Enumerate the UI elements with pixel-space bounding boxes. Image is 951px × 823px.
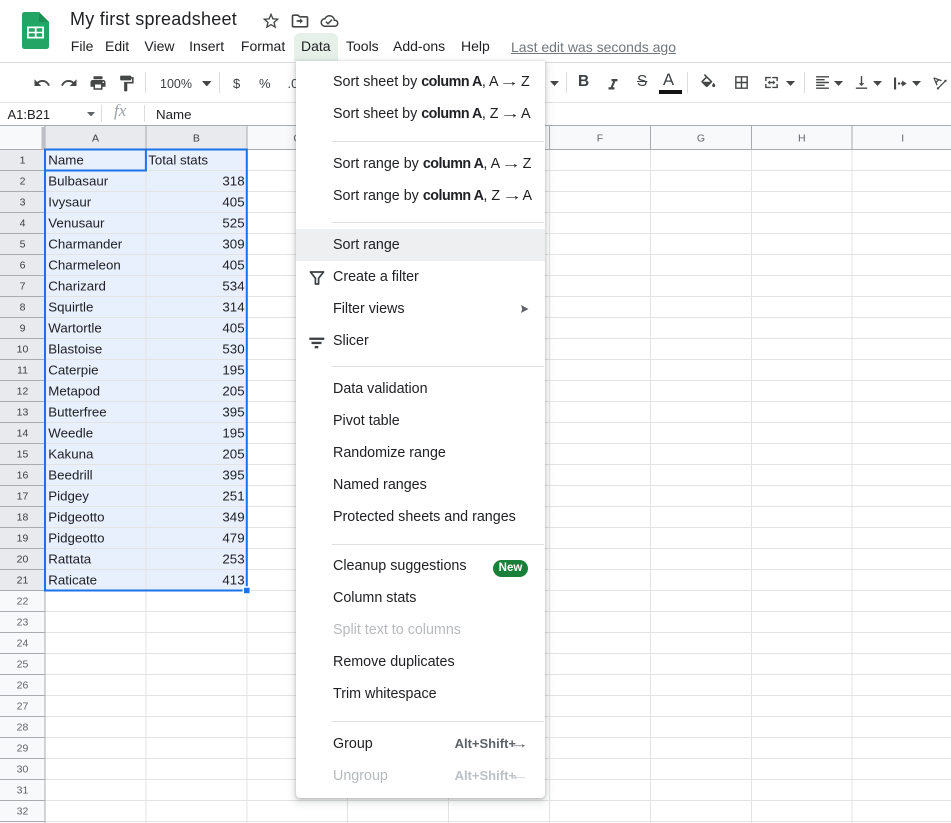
svg-text:2: 2 — [20, 176, 26, 188]
svg-text:11: 11 — [17, 365, 28, 377]
svg-text:Butterfree: Butterfree — [48, 405, 106, 420]
svg-text:21: 21 — [17, 575, 29, 587]
svg-text:16: 16 — [17, 470, 29, 482]
svg-text:G: G — [697, 133, 705, 145]
svg-text:F: F — [597, 133, 603, 145]
svg-text:31: 31 — [17, 785, 29, 797]
svg-text:5: 5 — [20, 239, 26, 251]
svg-text:405: 405 — [222, 195, 244, 210]
svg-text:Raticate: Raticate — [48, 573, 97, 588]
svg-text:19: 19 — [17, 533, 29, 545]
svg-text:B: B — [193, 133, 200, 145]
svg-text:318: 318 — [222, 174, 244, 189]
svg-text:Kakuna: Kakuna — [48, 447, 94, 462]
svg-text:Metapod: Metapod — [48, 384, 100, 399]
svg-text:314: 314 — [222, 300, 244, 315]
svg-text:Pidgeotto: Pidgeotto — [48, 531, 104, 546]
svg-text:530: 530 — [222, 342, 244, 357]
svg-text:405: 405 — [222, 258, 244, 273]
svg-text:30: 30 — [17, 764, 29, 776]
svg-text:22: 22 — [17, 596, 29, 608]
svg-text:32: 32 — [17, 806, 29, 818]
svg-text:525: 525 — [222, 216, 244, 231]
svg-text:9: 9 — [20, 323, 26, 335]
svg-text:405: 405 — [222, 321, 244, 336]
svg-text:Rattata: Rattata — [48, 552, 91, 567]
svg-text:12: 12 — [17, 386, 29, 398]
svg-text:H: H — [798, 133, 806, 145]
svg-text:251: 251 — [222, 489, 244, 504]
svg-text:7: 7 — [20, 281, 26, 293]
svg-text:18: 18 — [17, 512, 29, 524]
svg-text:4: 4 — [20, 218, 26, 230]
svg-text:Ivysaur: Ivysaur — [48, 195, 91, 210]
svg-text:Blastoise: Blastoise — [48, 342, 102, 357]
svg-text:Total stats: Total stats — [148, 153, 208, 168]
svg-text:23: 23 — [17, 617, 29, 629]
svg-text:1: 1 — [20, 155, 26, 167]
svg-text:205: 205 — [222, 384, 244, 399]
svg-text:195: 195 — [222, 363, 244, 378]
svg-text:Bulbasaur: Bulbasaur — [48, 174, 108, 189]
svg-text:24: 24 — [17, 638, 29, 650]
svg-text:29: 29 — [17, 743, 29, 755]
svg-text:Wartortle: Wartortle — [48, 321, 101, 336]
svg-text:Pidgeotto: Pidgeotto — [48, 510, 104, 525]
svg-text:195: 195 — [222, 426, 244, 441]
svg-text:20: 20 — [17, 554, 29, 566]
svg-text:534: 534 — [222, 279, 244, 294]
svg-text:3: 3 — [20, 197, 26, 209]
svg-text:Name: Name — [48, 153, 83, 168]
svg-text:Weedle: Weedle — [48, 426, 93, 441]
svg-text:27: 27 — [17, 701, 29, 713]
svg-text:Beedrill: Beedrill — [48, 468, 92, 483]
svg-text:Charmander: Charmander — [48, 237, 122, 252]
svg-text:Pidgey: Pidgey — [48, 489, 89, 504]
svg-text:413: 413 — [222, 573, 244, 588]
svg-text:17: 17 — [17, 491, 29, 503]
svg-text:28: 28 — [17, 722, 29, 734]
svg-text:309: 309 — [222, 237, 244, 252]
svg-text:479: 479 — [222, 531, 244, 546]
svg-text:253: 253 — [222, 552, 244, 567]
svg-text:14: 14 — [17, 428, 29, 440]
svg-text:8: 8 — [20, 302, 26, 314]
svg-text:I: I — [901, 133, 904, 145]
svg-text:205: 205 — [222, 447, 244, 462]
svg-text:Charizard: Charizard — [48, 279, 106, 294]
svg-text:Charmeleon: Charmeleon — [48, 258, 120, 273]
svg-text:15: 15 — [17, 449, 29, 461]
svg-text:349: 349 — [222, 510, 244, 525]
svg-text:Caterpie: Caterpie — [48, 363, 98, 378]
svg-text:Venusaur: Venusaur — [48, 216, 105, 231]
svg-text:13: 13 — [17, 407, 29, 419]
svg-text:A: A — [92, 133, 99, 145]
svg-text:6: 6 — [20, 260, 26, 272]
svg-text:Squirtle: Squirtle — [48, 300, 93, 315]
svg-text:26: 26 — [17, 680, 29, 692]
svg-text:25: 25 — [17, 659, 29, 671]
svg-text:395: 395 — [222, 405, 244, 420]
svg-text:10: 10 — [17, 344, 29, 356]
svg-text:395: 395 — [222, 468, 244, 483]
